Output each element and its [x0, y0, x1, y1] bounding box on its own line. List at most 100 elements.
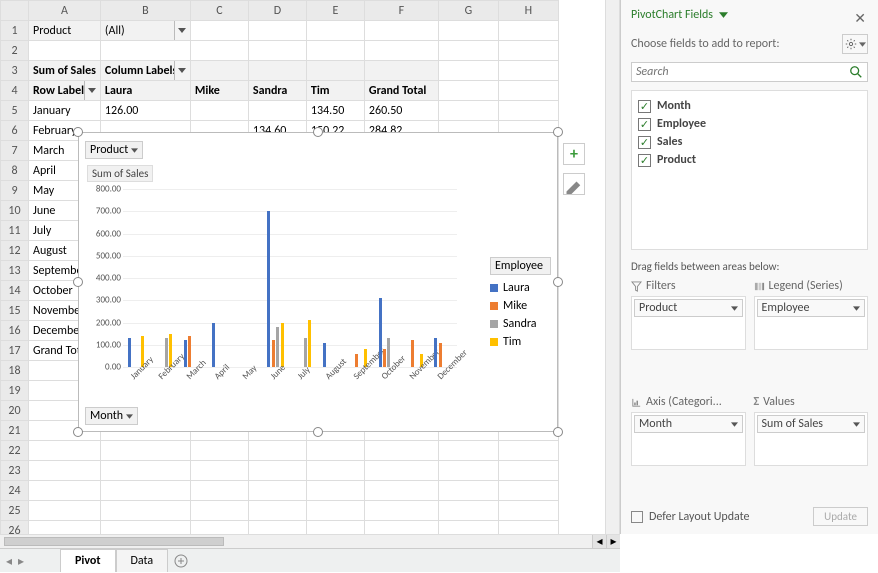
cell-E1[interactable] [306, 21, 364, 41]
row-header-17[interactable]: 17 [1, 341, 29, 361]
cell-A26[interactable] [29, 521, 101, 535]
chip-sum-of-sales[interactable]: Sum of Sales [757, 415, 866, 433]
resize-handle[interactable] [553, 277, 563, 287]
cell-C3[interactable] [190, 61, 248, 81]
row-header-3[interactable]: 3 [1, 61, 29, 81]
cell-B2[interactable] [100, 41, 190, 61]
cell-F3[interactable] [364, 61, 438, 81]
cell-E24[interactable] [306, 481, 364, 501]
tab-nav-first[interactable]: ◂ [6, 554, 12, 569]
row-header-16[interactable]: 16 [1, 321, 29, 341]
cell-B23[interactable] [100, 461, 190, 481]
row-header-23[interactable]: 23 [1, 461, 29, 481]
cell-A2[interactable] [29, 41, 101, 61]
cell-F25[interactable] [364, 501, 438, 521]
chart-filter-product[interactable]: Product [85, 141, 143, 159]
row-header-6[interactable]: 6 [1, 121, 29, 141]
cell-D25[interactable] [248, 501, 306, 521]
update-button[interactable]: Update [813, 507, 868, 526]
vertical-scrollbar[interactable] [605, 0, 619, 534]
cell-E2[interactable] [306, 41, 364, 61]
chart-filter-month[interactable]: Month [85, 407, 138, 425]
cell-H26[interactable] [498, 521, 558, 535]
chart-legend-filter[interactable]: Employee [490, 257, 551, 275]
cell-D3[interactable] [248, 61, 306, 81]
cell-F22[interactable] [364, 441, 438, 461]
chip-month[interactable]: Month [634, 415, 743, 433]
cell-A22[interactable] [29, 441, 101, 461]
chip-product[interactable]: Product [634, 299, 743, 317]
cell-B25[interactable] [100, 501, 190, 521]
cell-D22[interactable] [248, 441, 306, 461]
area-axis-body[interactable]: Month [631, 412, 746, 466]
close-icon[interactable]: ✕ [854, 10, 866, 27]
field-checkbox[interactable]: ✓ [638, 154, 651, 167]
field-item-sales[interactable]: ✓Sales [636, 133, 863, 151]
row-header-8[interactable]: 8 [1, 161, 29, 181]
cell-E3[interactable] [306, 61, 364, 81]
cell-B1[interactable]: (All) [100, 21, 190, 41]
cell-B5[interactable]: 126.00 [100, 101, 190, 121]
cell-G4[interactable] [438, 81, 498, 101]
cell-F26[interactable] [364, 521, 438, 535]
cell-B3[interactable]: Column Labels [100, 61, 190, 81]
row-header-4[interactable]: 4 [1, 81, 29, 101]
row-header-22[interactable]: 22 [1, 441, 29, 461]
cell-C1[interactable] [190, 21, 248, 41]
field-search-input[interactable] [636, 65, 849, 79]
col-header-D[interactable]: D [248, 1, 306, 21]
cell-H5[interactable] [498, 101, 558, 121]
field-checkbox[interactable]: ✓ [638, 136, 651, 149]
scroll-right-button[interactable]: ▸ [606, 535, 620, 548]
cell-E22[interactable] [306, 441, 364, 461]
cell-B4[interactable]: Laura [100, 81, 190, 101]
cell-D26[interactable] [248, 521, 306, 535]
cell-E25[interactable] [306, 501, 364, 521]
row-header-2[interactable]: 2 [1, 41, 29, 61]
resize-handle[interactable] [313, 427, 323, 437]
cell-G1[interactable] [438, 21, 498, 41]
cell-D4[interactable]: Sandra [248, 81, 306, 101]
tab-nav-last[interactable]: ▸ [18, 554, 24, 569]
field-item-product[interactable]: ✓Product [636, 151, 863, 169]
scroll-left-button[interactable]: ◂ [592, 535, 606, 548]
cell-F23[interactable] [364, 461, 438, 481]
cell-C4[interactable]: Mike [190, 81, 248, 101]
cell-H2[interactable] [498, 41, 558, 61]
field-checkbox[interactable]: ✓ [638, 100, 651, 113]
row-header-11[interactable]: 11 [1, 221, 29, 241]
cell-G3[interactable] [438, 61, 498, 81]
cell-H1[interactable] [498, 21, 558, 41]
dropdown-icon[interactable] [174, 61, 190, 80]
cell-C24[interactable] [190, 481, 248, 501]
cell-E4[interactable]: Tim [306, 81, 364, 101]
row-header-24[interactable]: 24 [1, 481, 29, 501]
cell-F24[interactable] [364, 481, 438, 501]
cell-D24[interactable] [248, 481, 306, 501]
cell-G2[interactable] [438, 41, 498, 61]
chart-add-element-button[interactable]: + [563, 143, 585, 165]
defer-checkbox[interactable] [631, 511, 643, 523]
cell-G26[interactable] [438, 521, 498, 535]
resize-handle[interactable] [313, 127, 323, 137]
row-header-10[interactable]: 10 [1, 201, 29, 221]
sheet-tab-data[interactable]: Data [116, 549, 169, 572]
resize-handle[interactable] [553, 127, 563, 137]
col-header-E[interactable]: E [306, 1, 364, 21]
cell-C5[interactable] [190, 101, 248, 121]
cell-C23[interactable] [190, 461, 248, 481]
cell-G5[interactable] [438, 101, 498, 121]
area-legend-body[interactable]: Employee [754, 296, 869, 350]
cell-H23[interactable] [498, 461, 558, 481]
cell-A24[interactable] [29, 481, 101, 501]
cell-A25[interactable] [29, 501, 101, 521]
cell-E5[interactable]: 134.50 [306, 101, 364, 121]
cell-B24[interactable] [100, 481, 190, 501]
field-checkbox[interactable]: ✓ [638, 118, 651, 131]
select-all[interactable] [1, 1, 29, 21]
cell-G24[interactable] [438, 481, 498, 501]
cell-A5[interactable]: January [29, 101, 101, 121]
resize-handle[interactable] [73, 127, 83, 137]
field-item-employee[interactable]: ✓Employee [636, 115, 863, 133]
cell-F4[interactable]: Grand Total [364, 81, 438, 101]
